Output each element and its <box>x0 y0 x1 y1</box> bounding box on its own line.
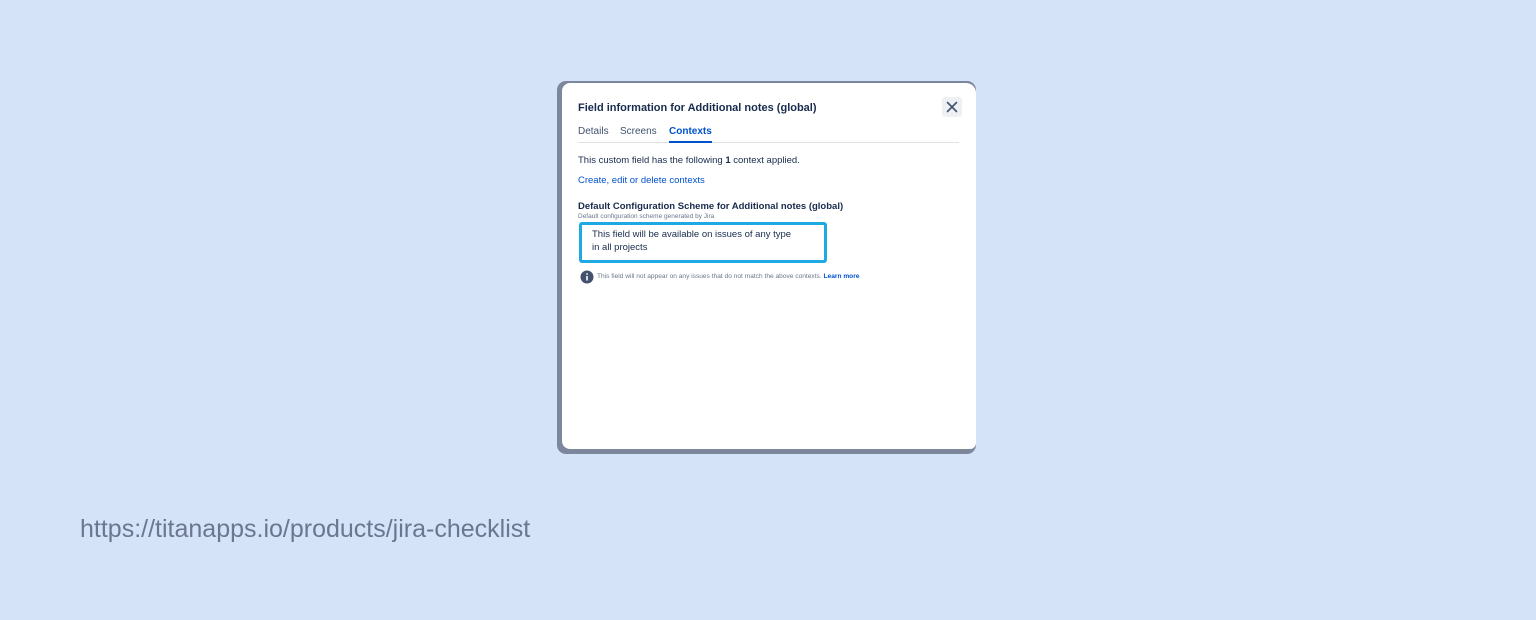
dialog-title: Field information for Additional notes (… <box>578 102 817 114</box>
learn-more-link[interactable]: Learn more <box>824 273 860 280</box>
scheme-name: Default Configuration Scheme for Additio… <box>578 201 844 212</box>
availability-line-2: in all projects <box>592 242 648 253</box>
footer-url: https://titanapps.io/products/jira-check… <box>80 515 531 543</box>
context-summary-suffix: context applied. <box>730 155 800 166</box>
close-icon <box>946 101 958 113</box>
tab-details[interactable]: Details <box>578 126 609 141</box>
availability-line-1: This field will be available on issues o… <box>592 229 792 240</box>
info-note-text: This field will not appear on any issues… <box>597 273 822 280</box>
context-summary-prefix: This custom field has the following <box>578 155 726 166</box>
context-summary: This custom field has the following 1 co… <box>578 155 800 166</box>
field-information-dialog: Field information for Additional notes (… <box>562 83 976 449</box>
tab-screens[interactable]: Screens <box>620 126 657 141</box>
screenshot-frame: Field information for Additional notes (… <box>557 81 976 454</box>
availability-highlight: This field will be available on issues o… <box>579 222 827 263</box>
close-button[interactable] <box>942 97 962 117</box>
scheme-description: Default configuration scheme generated b… <box>578 213 715 220</box>
info-icon <box>580 270 594 284</box>
tab-bar: Details Screens Contexts <box>578 124 959 143</box>
tab-contexts[interactable]: Contexts <box>669 126 712 143</box>
manage-contexts-link[interactable]: Create, edit or delete contexts <box>578 175 705 186</box>
info-note: This field will not appear on any issues… <box>597 273 859 280</box>
